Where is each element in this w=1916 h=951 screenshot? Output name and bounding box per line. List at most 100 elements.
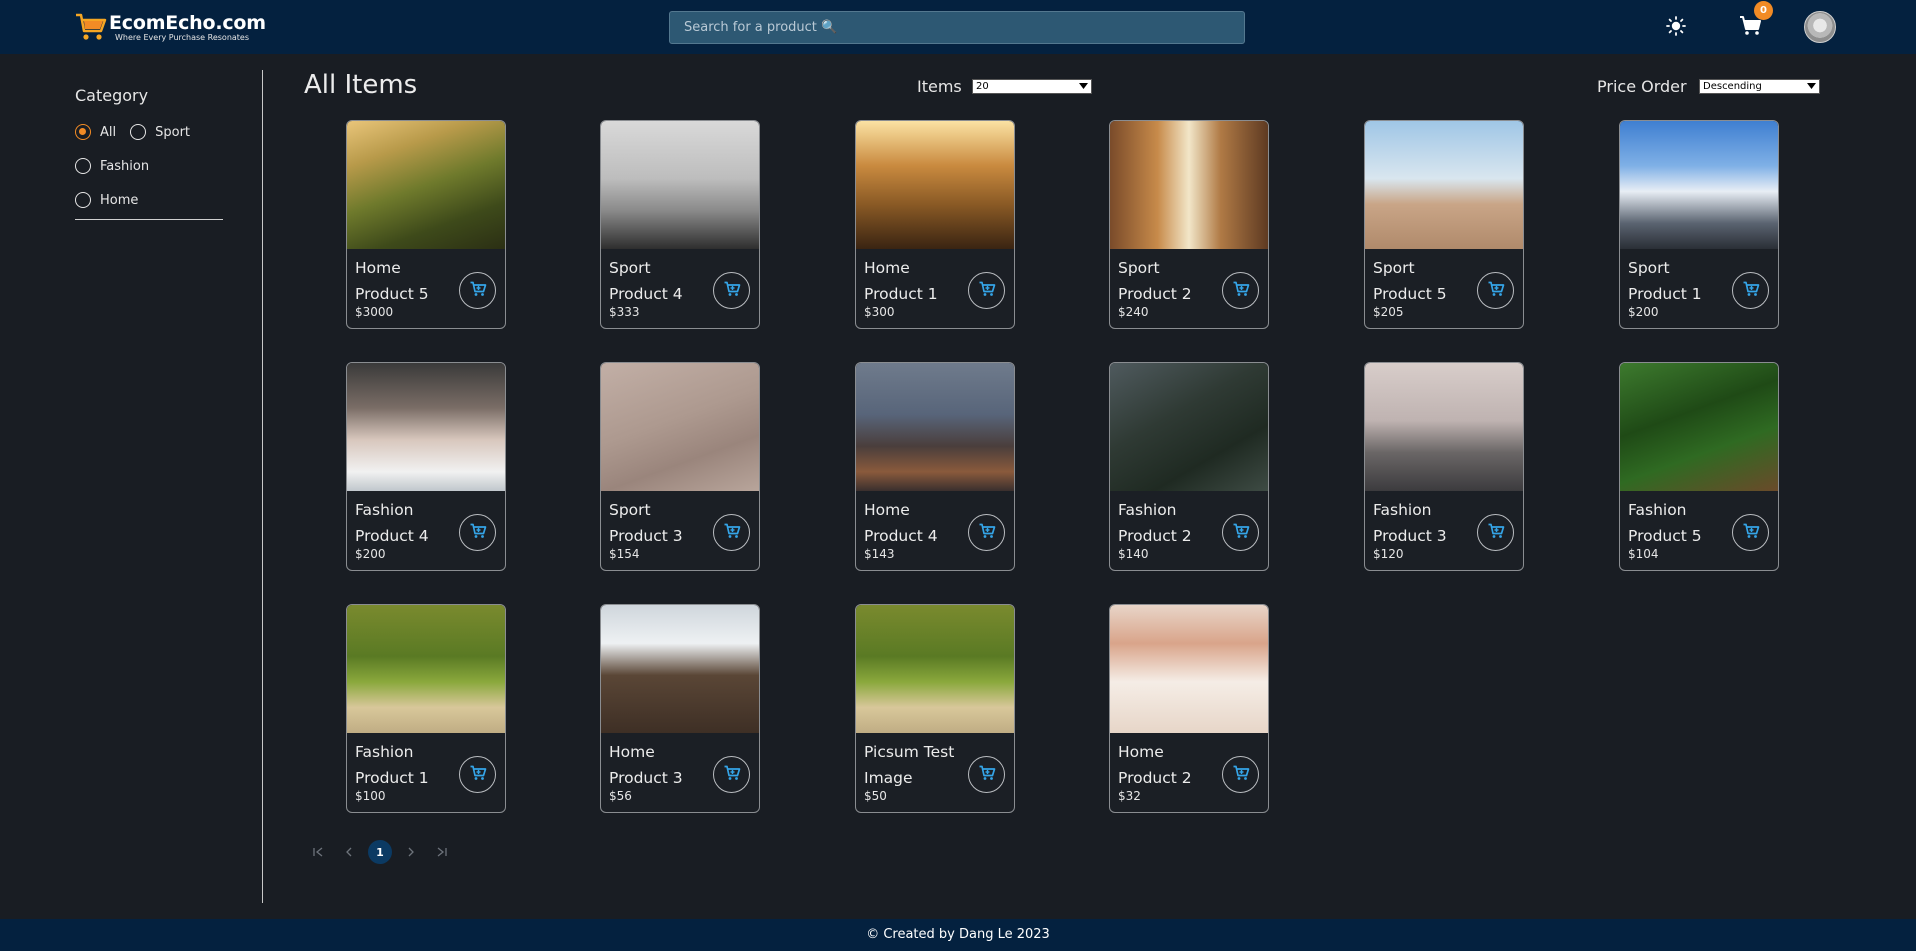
category-option-home[interactable]: Home [75, 192, 138, 208]
product-image[interactable] [601, 363, 759, 491]
shopping-cart-logo-icon [76, 13, 107, 40]
product-image[interactable] [856, 363, 1014, 491]
product-card[interactable]: Fashion Product 3 $120 [1364, 362, 1524, 571]
add-to-cart-icon [469, 280, 487, 302]
product-card[interactable]: Sport Product 4 $333 [600, 120, 760, 329]
product-image[interactable] [1110, 363, 1268, 491]
sun-icon[interactable] [1665, 15, 1687, 37]
product-image[interactable] [1620, 363, 1778, 491]
product-price: $104 [1628, 547, 1659, 561]
add-to-cart-button[interactable] [1732, 514, 1769, 551]
product-name: Home Product 2 [1118, 743, 1192, 787]
first-page-icon [313, 847, 323, 857]
product-name: Home Product 5 [355, 259, 429, 303]
product-price: $3000 [355, 305, 394, 319]
category-option-all[interactable]: All [75, 124, 116, 140]
add-to-cart-button[interactable] [459, 756, 496, 793]
add-to-cart-button[interactable] [1477, 272, 1514, 309]
items-per-page-select[interactable]: 20 [972, 79, 1092, 94]
product-card[interactable]: Sport Product 5 $205 [1364, 120, 1524, 329]
product-card[interactable]: Fashion Product 4 $200 [346, 362, 506, 571]
add-to-cart-button[interactable] [1222, 272, 1259, 309]
product-card[interactable]: Sport Product 3 $154 [600, 362, 760, 571]
product-name: Home Product 1 [864, 259, 938, 303]
add-to-cart-button[interactable] [968, 272, 1005, 309]
product-image[interactable] [1365, 363, 1523, 491]
radio-unchecked-icon[interactable] [75, 192, 91, 208]
product-card[interactable]: Fashion Product 2 $140 [1109, 362, 1269, 571]
product-name: Sport Product 4 [609, 259, 683, 303]
product-image[interactable] [601, 121, 759, 249]
previous-page-button[interactable] [337, 840, 361, 864]
product-price: $300 [864, 305, 895, 319]
product-card[interactable]: Home Product 4 $143 [855, 362, 1015, 571]
search-input[interactable]: Search for a product 🔍 [669, 11, 1245, 44]
product-image[interactable] [1365, 121, 1523, 249]
add-to-cart-button[interactable] [968, 514, 1005, 551]
product-card[interactable]: Home Product 1 $300 [855, 120, 1015, 329]
product-name: Sport Product 5 [1373, 259, 1447, 303]
last-page-button[interactable] [430, 840, 454, 864]
product-price: $56 [609, 789, 632, 803]
add-to-cart-button[interactable] [968, 756, 1005, 793]
add-to-cart-button[interactable] [1732, 272, 1769, 309]
items-per-page-value: 20 [976, 81, 989, 92]
add-to-cart-icon [1232, 280, 1250, 302]
product-name: Sport Product 2 [1118, 259, 1192, 303]
pagination: 1 [306, 840, 461, 864]
product-image[interactable] [601, 605, 759, 733]
avatar[interactable] [1804, 11, 1836, 43]
first-page-button[interactable] [306, 840, 330, 864]
product-price: $154 [609, 547, 640, 561]
product-image[interactable] [856, 121, 1014, 249]
product-image[interactable] [856, 605, 1014, 733]
add-to-cart-button[interactable] [713, 272, 750, 309]
add-to-cart-button[interactable] [459, 272, 496, 309]
add-to-cart-icon [723, 280, 741, 302]
product-image[interactable] [1110, 605, 1268, 733]
add-to-cart-button[interactable] [459, 514, 496, 551]
category-sidebar: Category All Sport Fashion Home [75, 86, 223, 220]
product-name: Fashion Product 3 [1373, 501, 1447, 545]
product-image[interactable] [1110, 121, 1268, 249]
add-to-cart-button[interactable] [1222, 514, 1259, 551]
price-order-select[interactable]: Descending [1699, 79, 1820, 94]
product-image[interactable] [347, 121, 505, 249]
product-price: $100 [355, 789, 386, 803]
radio-checked-icon[interactable] [75, 124, 91, 140]
product-card[interactable]: Picsum Test Image $50 [855, 604, 1015, 813]
product-card[interactable]: Fashion Product 5 $104 [1619, 362, 1779, 571]
category-option-fashion[interactable]: Fashion [75, 158, 149, 174]
category-label: Fashion [100, 158, 150, 174]
product-price: $50 [864, 789, 887, 803]
product-price: $200 [355, 547, 386, 561]
product-image[interactable] [1620, 121, 1778, 249]
product-card[interactable]: Sport Product 2 $240 [1109, 120, 1269, 329]
category-label: All [100, 124, 117, 140]
product-name: Fashion Product 4 [355, 501, 429, 545]
add-to-cart-button[interactable] [1477, 514, 1514, 551]
chevron-down-icon [1807, 83, 1816, 89]
chevron-right-icon [408, 847, 414, 857]
product-name: Home Product 3 [609, 743, 683, 787]
product-name: Picsum Test Image [864, 743, 955, 787]
product-card[interactable]: Sport Product 1 $200 [1619, 120, 1779, 329]
site-logo[interactable]: EcomEcho.com Where Every Purchase Resona… [75, 10, 266, 44]
add-to-cart-button[interactable] [1222, 756, 1259, 793]
product-image[interactable] [347, 363, 505, 491]
next-page-button[interactable] [399, 840, 423, 864]
add-to-cart-button[interactable] [713, 756, 750, 793]
category-option-sport[interactable]: Sport [130, 124, 190, 140]
radio-unchecked-icon[interactable] [75, 158, 91, 174]
product-card[interactable]: Home Product 5 $3000 [346, 120, 506, 329]
product-card[interactable]: Home Product 3 $56 [600, 604, 760, 813]
product-card[interactable]: Home Product 2 $32 [1109, 604, 1269, 813]
radio-unchecked-icon[interactable] [130, 124, 147, 140]
product-card[interactable]: Fashion Product 1 $100 [346, 604, 506, 813]
product-image[interactable] [347, 605, 505, 733]
last-page-icon [437, 847, 447, 857]
add-to-cart-button[interactable] [713, 514, 750, 551]
product-name: Sport Product 3 [609, 501, 683, 545]
page-number-button[interactable]: 1 [368, 840, 392, 864]
add-to-cart-icon [978, 280, 996, 302]
